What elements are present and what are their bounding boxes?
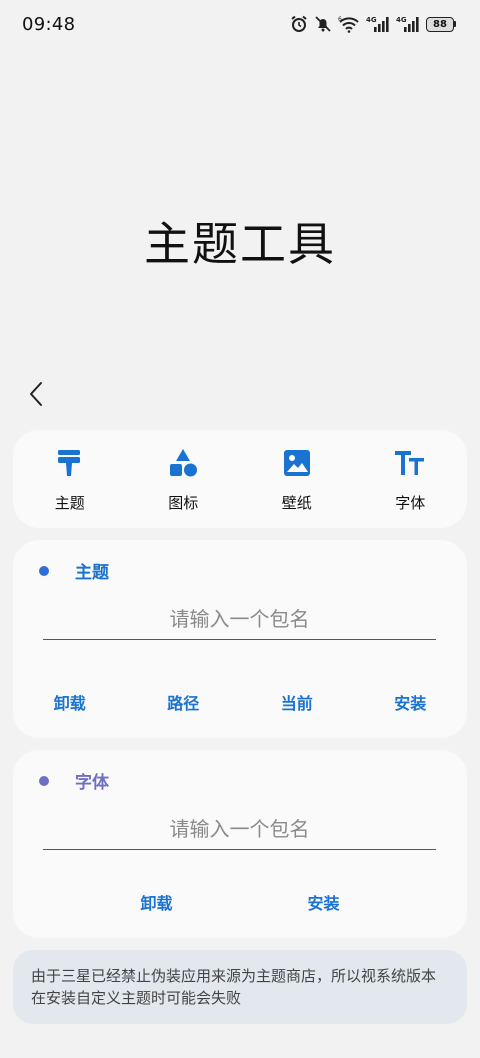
mute-icon [314,15,332,33]
theme-dot [39,565,49,576]
notice-message: 由于三星已经禁止伪装应用来源为主题商店，所以视系统版本在安装自定义主题时可能会失… [13,950,467,1024]
font-icon [393,446,427,480]
tab-font-label: 字体 [395,494,426,512]
signal-icon-2: 4G [396,15,420,33]
theme-package-input[interactable] [43,598,436,640]
paint-roller-icon [53,446,87,480]
tab-icons[interactable]: 图标 [127,430,241,528]
font-section: 字体 卸载 安装 [13,750,467,938]
status-icons: 6 4G 4G 88 [290,15,456,33]
theme-path-button[interactable]: 路径 [159,684,207,720]
alarm-icon [290,15,308,33]
network-type-1: 4G [366,16,377,24]
font-section-header: 字体 [39,768,109,793]
font-package-input[interactable] [43,808,436,850]
tab-font[interactable]: 字体 [354,430,468,528]
font-dot [39,775,49,786]
font-actions: 卸载 安装 [13,884,467,920]
chevron-left-icon [30,382,42,406]
status-bar: 09:48 6 4G 4G 88 [0,0,480,48]
font-install-button[interactable]: 安装 [299,884,347,920]
network-type-2: 4G [396,16,407,24]
page-title: 主题工具 [144,217,336,271]
battery-level: 88 [426,16,454,32]
shapes-icon [166,446,200,480]
tab-theme-label: 主题 [54,494,85,512]
signal-icon-1: 4G [366,15,390,33]
font-uninstall-button[interactable]: 卸载 [132,884,180,920]
category-tabs: 主题 图标 壁纸 字体 [13,430,467,528]
theme-actions: 卸载 路径 当前 安装 [13,684,467,720]
theme-install-button[interactable]: 安装 [386,684,434,720]
theme-section-header: 主题 [39,558,109,583]
theme-current-button[interactable]: 当前 [273,684,321,720]
theme-uninstall-button[interactable]: 卸载 [46,684,94,720]
back-button[interactable] [20,376,52,412]
tab-wallpaper-label: 壁纸 [281,494,312,512]
tab-theme[interactable]: 主题 [13,430,127,528]
theme-section-title: 主题 [75,563,109,583]
wifi-icon: 6 [338,15,360,33]
tab-wallpaper[interactable]: 壁纸 [240,430,354,528]
status-time: 09:48 [22,13,76,35]
theme-section: 主题 卸载 路径 当前 安装 [13,540,467,738]
battery-icon: 88 [426,16,456,32]
wifi-badge-text: 6 [338,16,342,23]
image-icon [280,446,314,480]
font-section-title: 字体 [75,773,109,793]
tab-icons-label: 图标 [168,494,199,512]
